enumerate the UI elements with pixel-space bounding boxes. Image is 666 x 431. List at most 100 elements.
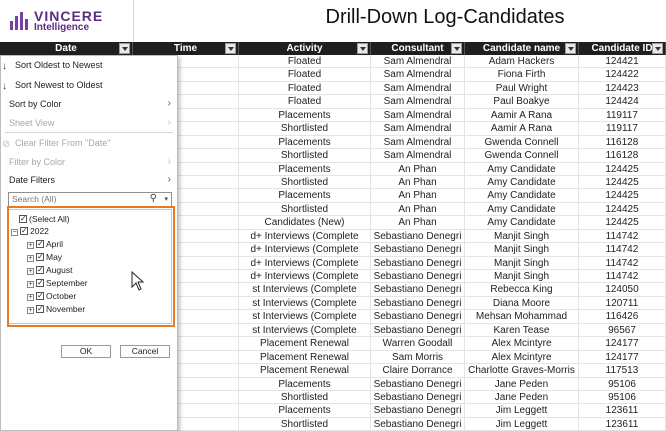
candidate-id-cell[interactable]: 124425 (579, 216, 666, 229)
activity-cell[interactable]: Floated (239, 55, 371, 68)
candidate-id-cell[interactable]: 124177 (579, 350, 666, 364)
consultant-cell[interactable]: An Phan (371, 162, 465, 175)
consultant-cell[interactable]: Sam Almendral (371, 135, 465, 149)
candidate-id-cell[interactable]: 124425 (579, 189, 666, 202)
candidate-name-cell[interactable]: Amy Candidate (465, 175, 579, 189)
consultant-cell[interactable]: Sebastiano Denegri (371, 270, 465, 283)
candidate-name-cell[interactable]: Karen Tease (465, 323, 579, 337)
candidate-id-cell[interactable]: 119117 (579, 122, 666, 135)
candidate-id-cell[interactable]: 124425 (579, 175, 666, 189)
activity-cell[interactable]: Candidates (New) (239, 216, 371, 229)
candidate-name-cell[interactable]: Jim Leggett (465, 404, 579, 417)
candidate-id-cell[interactable]: 123611 (579, 404, 666, 417)
consultant-cell[interactable]: Sebastiano Denegri (371, 310, 465, 323)
consultant-cell[interactable]: Sam Morris (371, 350, 465, 364)
consultant-cell[interactable]: Sebastiano Denegri (371, 243, 465, 256)
candidate-name-cell[interactable]: Amy Candidate (465, 162, 579, 175)
candidate-name-cell[interactable]: Mehsan Mohammad (465, 310, 579, 323)
activity-cell[interactable]: Shortlisted (239, 417, 371, 431)
activity-cell[interactable]: Placement Renewal (239, 337, 371, 350)
candidate-id-cell[interactable]: 120711 (579, 296, 666, 310)
candidate-id-cell[interactable]: 116128 (579, 135, 666, 149)
candidate-id-cell[interactable]: 114742 (579, 256, 666, 269)
activity-cell[interactable]: Placements (239, 377, 371, 390)
candidate-id-cell[interactable]: 96567 (579, 323, 666, 337)
candidate-id-cell[interactable]: 95106 (579, 390, 666, 404)
activity-cell[interactable]: Floated (239, 95, 371, 108)
activity-cell[interactable]: st Interviews (Complete (239, 323, 371, 337)
candidate-name-cell[interactable]: Manjit Singh (465, 256, 579, 269)
candidate-id-cell[interactable]: 124422 (579, 68, 666, 81)
activity-cell[interactable]: Placements (239, 162, 371, 175)
activity-cell[interactable]: Placements (239, 189, 371, 202)
candidate-name-cell[interactable]: Charlotte Graves-Morris (465, 364, 579, 377)
candidate-id-cell[interactable]: 119117 (579, 108, 666, 122)
consultant-cell[interactable]: An Phan (371, 202, 465, 216)
activity-cell[interactable]: d+ Interviews (Complete (239, 229, 371, 243)
consultant-cell[interactable]: Sebastiano Denegri (371, 390, 465, 404)
cancel-button[interactable]: Cancel (120, 345, 170, 358)
candidate-id-cell[interactable]: 124424 (579, 95, 666, 108)
time-filter-button[interactable] (225, 43, 236, 54)
consultant-cell[interactable]: Sam Almendral (371, 122, 465, 135)
consultant-filter-button[interactable] (451, 43, 462, 54)
consultant-cell[interactable]: Sebastiano Denegri (371, 323, 465, 337)
search-input[interactable]: Search (All) ⚲ ▾ (8, 192, 172, 207)
activity-cell[interactable]: d+ Interviews (Complete (239, 243, 371, 256)
activity-cell[interactable]: st Interviews (Complete (239, 296, 371, 310)
date-filter-button[interactable] (119, 43, 130, 54)
candidate-name-cell[interactable]: Manjit Singh (465, 270, 579, 283)
candidate-id-cell[interactable]: 124421 (579, 55, 666, 68)
activity-cell[interactable]: Shortlisted (239, 175, 371, 189)
candidate-name-cell[interactable]: Manjit Singh (465, 229, 579, 243)
activity-cell[interactable]: st Interviews (Complete (239, 283, 371, 296)
consultant-cell[interactable]: Sebastiano Denegri (371, 377, 465, 390)
candidate-id-cell[interactable]: 124177 (579, 337, 666, 350)
candidate-id-cell[interactable]: 124425 (579, 162, 666, 175)
candidate-name-cell[interactable]: Gwenda Connell (465, 135, 579, 149)
candidate-id-cell[interactable]: 114742 (579, 229, 666, 243)
consultant-cell[interactable]: Sebastiano Denegri (371, 256, 465, 269)
activity-cell[interactable]: d+ Interviews (Complete (239, 256, 371, 269)
candidate-name-cell[interactable]: Aamir A Rana (465, 122, 579, 135)
activity-filter-button[interactable] (357, 43, 368, 54)
candidate-id-cell[interactable]: 114742 (579, 243, 666, 256)
candidate-id-filter-button[interactable] (652, 43, 663, 54)
sort-newest-to-oldest[interactable]: ↓ Sort Newest to Oldest (1, 76, 177, 94)
candidate-id-cell[interactable]: 124050 (579, 283, 666, 296)
activity-cell[interactable]: Placement Renewal (239, 350, 371, 364)
candidate-id-cell[interactable]: 124425 (579, 202, 666, 216)
candidate-id-cell[interactable]: 117513 (579, 364, 666, 377)
sort-oldest-to-newest[interactable]: ↓ Sort Oldest to Newest (1, 56, 177, 74)
candidate-name-cell[interactable]: Fiona Firth (465, 68, 579, 81)
candidate-name-cell[interactable]: Amy Candidate (465, 189, 579, 202)
activity-cell[interactable]: Shortlisted (239, 122, 371, 135)
consultant-cell[interactable]: Sam Almendral (371, 108, 465, 122)
candidate-name-cell[interactable]: Gwenda Connell (465, 149, 579, 162)
candidate-name-cell[interactable]: Alex Mcintyre (465, 337, 579, 350)
candidate-id-cell[interactable]: 114742 (579, 270, 666, 283)
consultant-cell[interactable]: Claire Dorrance (371, 364, 465, 377)
consultant-cell[interactable]: Sam Almendral (371, 81, 465, 95)
activity-cell[interactable]: Placements (239, 108, 371, 122)
consultant-cell[interactable]: Sebastiano Denegri (371, 404, 465, 417)
consultant-cell[interactable]: Sam Almendral (371, 55, 465, 68)
candidate-name-cell[interactable]: Aamir A Rana (465, 108, 579, 122)
activity-cell[interactable]: st Interviews (Complete (239, 310, 371, 323)
candidate-id-cell[interactable]: 123611 (579, 417, 666, 431)
activity-cell[interactable]: Placements (239, 135, 371, 149)
candidate-name-cell[interactable]: Amy Candidate (465, 216, 579, 229)
activity-cell[interactable]: Placements (239, 404, 371, 417)
candidate-id-cell[interactable]: 124423 (579, 81, 666, 95)
consultant-cell[interactable]: Sam Almendral (371, 149, 465, 162)
consultant-cell[interactable]: An Phan (371, 216, 465, 229)
activity-cell[interactable]: Shortlisted (239, 149, 371, 162)
consultant-cell[interactable]: Sebastiano Denegri (371, 296, 465, 310)
consultant-cell[interactable]: Sam Almendral (371, 95, 465, 108)
activity-cell[interactable]: Floated (239, 81, 371, 95)
candidate-name-cell[interactable]: Rebecca King (465, 283, 579, 296)
consultant-cell[interactable]: Warren Goodall (371, 337, 465, 350)
candidate-name-cell[interactable]: Amy Candidate (465, 202, 579, 216)
consultant-cell[interactable]: An Phan (371, 175, 465, 189)
chevron-down-icon[interactable]: ▾ (164, 193, 168, 206)
